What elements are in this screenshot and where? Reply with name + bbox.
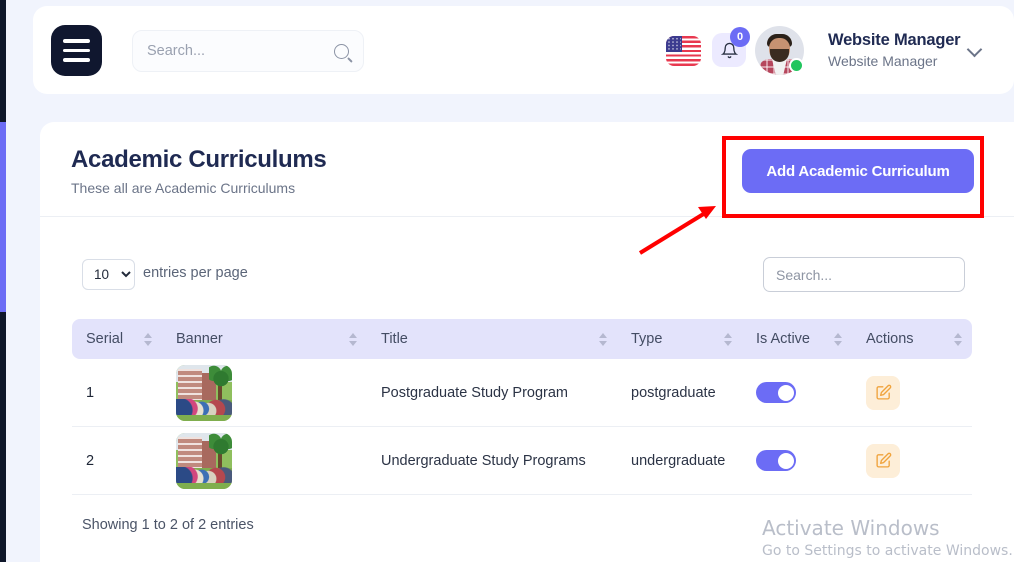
sort-icon [954, 333, 962, 346]
column-header-serial[interactable]: Serial [72, 319, 162, 359]
cell-actions [852, 376, 972, 410]
column-header-is-active[interactable]: Is Active [742, 319, 852, 359]
cell-banner [162, 433, 367, 489]
column-header-type[interactable]: Type [617, 319, 742, 359]
edit-button[interactable] [866, 444, 900, 478]
is-active-toggle[interactable] [756, 450, 796, 471]
page-title: Academic Curriculums [71, 146, 326, 174]
global-search-box[interactable] [132, 30, 364, 72]
column-label: Type [617, 331, 662, 347]
table-footer-info: Showing 1 to 2 of 2 entries [82, 517, 254, 533]
global-search-input[interactable] [147, 43, 334, 59]
edit-button[interactable] [866, 376, 900, 410]
cell-actions [852, 444, 972, 478]
user-role: Website Manager [828, 53, 937, 69]
edit-icon [875, 452, 892, 469]
cell-serial: 1 [72, 385, 162, 401]
sort-icon [144, 333, 152, 346]
divider [40, 216, 1014, 217]
search-icon [334, 44, 349, 59]
curriculums-table: Serial Banner Title Type Is Active [72, 319, 972, 495]
online-status-indicator [789, 58, 804, 73]
column-label: Actions [852, 331, 914, 347]
entries-per-page-label: entries per page [143, 265, 248, 281]
sidebar-active-indicator [0, 122, 6, 312]
table-header-row: Serial Banner Title Type Is Active [72, 319, 972, 359]
is-active-toggle[interactable] [756, 382, 796, 403]
sort-icon [599, 333, 607, 346]
cell-serial: 2 [72, 453, 162, 469]
cell-type: undergraduate [617, 453, 742, 469]
cell-is-active [742, 450, 852, 471]
windows-activation-subtitle: Go to Settings to activate Windows. [762, 543, 1013, 559]
cell-banner [162, 365, 367, 421]
user-name: Website Manager [828, 31, 960, 50]
cell-title: Undergraduate Study Programs [367, 453, 617, 469]
sort-icon [349, 333, 357, 346]
banner-image [176, 433, 232, 489]
hamburger-menu-icon[interactable] [51, 25, 102, 76]
column-label: Title [367, 331, 408, 347]
app-root: 0 Website Manager Website Manager Academ… [0, 0, 1014, 562]
column-label: Serial [72, 331, 123, 347]
entries-per-page-select[interactable]: 102550100 [82, 259, 135, 290]
cell-type: postgraduate [617, 385, 742, 401]
edit-icon [875, 384, 892, 401]
table-search-input[interactable] [763, 257, 965, 292]
windows-activation-title: Activate Windows [762, 516, 940, 540]
cell-title: Postgraduate Study Program [367, 385, 617, 401]
content-card: Academic Curriculums These all are Acade… [40, 122, 1014, 562]
us-flag-icon[interactable] [666, 36, 701, 66]
add-academic-curriculum-button[interactable]: Add Academic Curriculum [742, 149, 974, 193]
column-label: Is Active [742, 331, 810, 347]
column-header-actions[interactable]: Actions [852, 319, 972, 359]
column-header-banner[interactable]: Banner [162, 319, 367, 359]
sort-icon [834, 333, 842, 346]
column-label: Banner [162, 331, 223, 347]
sort-icon [724, 333, 732, 346]
cell-is-active [742, 382, 852, 403]
table-row: 2 Undergraduate Study Programs undergrad… [72, 427, 972, 495]
page-subtitle: These all are Academic Curriculums [71, 180, 295, 196]
banner-image [176, 365, 232, 421]
table-row: 1 Postgraduate Study Program postgraduat… [72, 359, 972, 427]
column-header-title[interactable]: Title [367, 319, 617, 359]
notification-count-badge: 0 [730, 27, 750, 47]
